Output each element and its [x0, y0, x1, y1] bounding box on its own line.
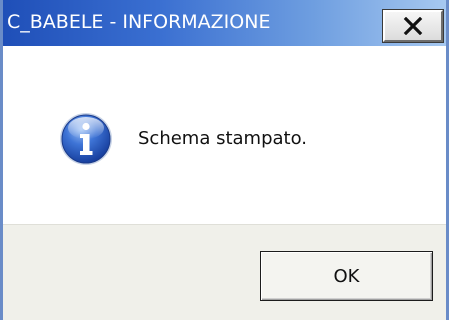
ok-button[interactable]: OK	[260, 251, 433, 301]
dialog-footer: OK	[3, 224, 446, 320]
close-icon	[403, 17, 423, 35]
dialog-message: Schema stampato.	[138, 128, 308, 149]
information-icon	[60, 113, 112, 165]
dialog-content: Schema stampato.	[3, 46, 446, 224]
message-dialog: C_BABELE - INFORMAZIONE Schema stampato.…	[0, 0, 449, 320]
title-bar[interactable]: C_BABELE - INFORMAZIONE	[3, 0, 446, 46]
window-title: C_BABELE - INFORMAZIONE	[7, 11, 271, 33]
close-button[interactable]	[382, 9, 444, 43]
